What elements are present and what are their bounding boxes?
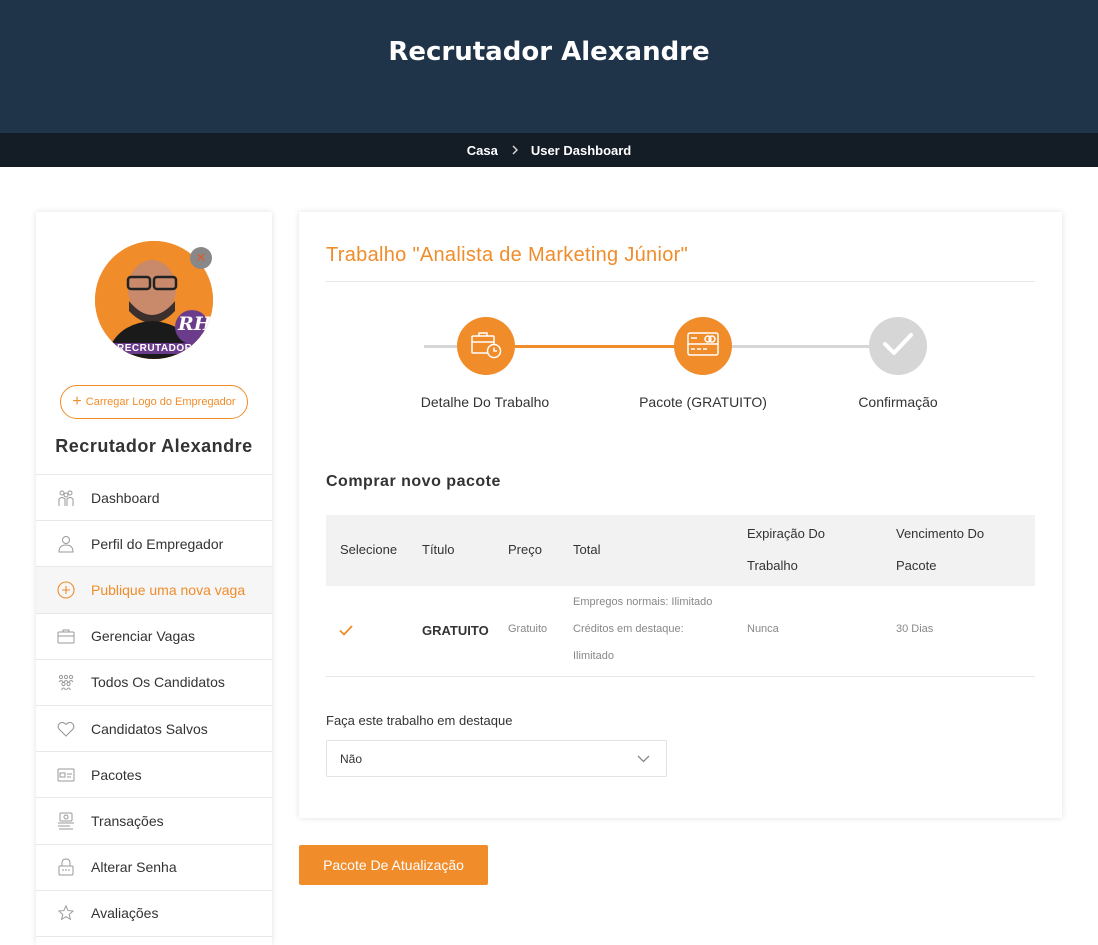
sidebar-item-change-password[interactable]: Alterar Senha: [36, 845, 272, 891]
plus-icon: +: [72, 393, 82, 410]
sidebar-item-label: Candidatos Salvos: [91, 720, 208, 737]
sidebar-item-post-job[interactable]: Publique uma nova vaga: [36, 567, 272, 614]
star-icon: [56, 903, 76, 923]
package-total-line2: Créditos em destaque:: [573, 623, 684, 635]
upload-logo-button[interactable]: + Carregar Logo do Empregador: [60, 385, 248, 419]
step-package: [674, 317, 732, 375]
sidebar-item-saved-candidates[interactable]: Candidatos Salvos: [36, 706, 272, 753]
featured-label: Faça este trabalho em destaque: [326, 713, 513, 728]
package-total-line1: Empregos normais: Ilimitado: [573, 596, 713, 608]
chevron-down-icon: [637, 752, 650, 766]
plus-circle-icon: [56, 580, 76, 600]
sidebar-item-dashboard[interactable]: Dashboard: [36, 475, 272, 522]
col-total: Total: [573, 542, 601, 557]
breadcrumb: Casa User Dashboard: [0, 133, 1098, 167]
sidebar-item-label: Pacotes: [91, 766, 142, 783]
section-title: Comprar novo pacote: [326, 473, 501, 490]
step-confirmation: [869, 317, 927, 375]
step-label-package: Pacote (GRATUITO): [639, 394, 767, 410]
table-row[interactable]: GRATUITO Gratuito Empregos normais: Ilim…: [326, 586, 1035, 677]
sidebar-item-manage-jobs[interactable]: Gerenciar Vagas: [36, 614, 272, 660]
employer-name: Recrutador Alexandre: [55, 436, 253, 456]
step-connector-active: [515, 345, 675, 348]
check-icon: [882, 331, 914, 362]
sidebar-item-label: Dashboard: [91, 489, 160, 506]
people-group-icon: [56, 488, 76, 508]
page-header: Recrutador Alexandre: [0, 0, 1098, 133]
package-expiry: 30 Dias: [896, 623, 934, 635]
sidebar-item-label: Avaliações: [91, 905, 159, 922]
page-title: Recrutador Alexandre: [388, 37, 710, 67]
post-job-card: Trabalho "Analista de Marketing Júnior" …: [299, 212, 1062, 818]
col-price: Preço: [508, 542, 542, 557]
sidebar-item-reviews[interactable]: Avaliações: [36, 891, 272, 937]
col-job-expiry-line2: Trabalho: [747, 558, 798, 573]
upload-logo-label: Carregar Logo do Empregador: [85, 396, 236, 408]
col-pkg-expiry-line2: Pacote: [896, 558, 937, 573]
transactions-icon: [56, 811, 76, 831]
briefcase-clock-icon: [470, 329, 502, 364]
col-title: Título: [422, 542, 455, 557]
breadcrumb-home-link[interactable]: Casa: [467, 143, 498, 158]
select-check-icon[interactable]: [339, 623, 353, 641]
col-select: Selecione: [340, 542, 398, 557]
remove-logo-button[interactable]: ✕: [190, 247, 212, 269]
package-total-line3: Ilimitado: [573, 650, 614, 662]
step-label-job-detail: Detalhe Do Trabalho: [420, 394, 550, 410]
lock-icon: [56, 857, 76, 877]
step-job-detail: [457, 317, 515, 375]
sidebar-item-label: Transações: [91, 812, 164, 829]
card-icon: [56, 765, 76, 785]
featured-select-value: Não: [340, 751, 363, 766]
col-job-expiry-line1: Expiração Do: [747, 526, 826, 541]
users-icon: [56, 672, 76, 692]
breadcrumb-current: User Dashboard: [530, 142, 632, 158]
sidebar-menu: Dashboard Perfil do Empregador Publique …: [36, 474, 272, 937]
step-connector-pending: [731, 345, 873, 348]
chevron-right-icon: [512, 143, 519, 158]
sidebar-item-label: Alterar Senha: [91, 859, 177, 876]
sidebar-item-packages[interactable]: Pacotes: [36, 752, 272, 799]
credit-card-icon: [687, 331, 719, 361]
divider: [326, 281, 1035, 282]
package-price: Gratuito: [508, 623, 548, 635]
package-table-header: Selecione Título Preço Total Expiração D…: [326, 515, 1035, 586]
package-title: GRATUITO: [422, 623, 489, 638]
package-job-expiry: Nunca: [747, 623, 779, 635]
sidebar-item-label: Perfil do Empregador: [91, 535, 224, 552]
avatar-caption: RECRUTADOR: [113, 343, 197, 354]
step-connector-left: [424, 345, 457, 348]
upgrade-package-button[interactable]: Pacote De Atualização: [299, 845, 488, 885]
close-icon: ✕: [195, 250, 207, 265]
avatar-badge: RH: [178, 313, 212, 335]
sidebar-item-label: Publique uma nova vaga: [91, 581, 246, 598]
sidebar-item-label: Todos Os Candidatos: [91, 674, 225, 691]
sidebar-item-transactions[interactable]: Transações: [36, 798, 272, 845]
sidebar-item-label: Gerenciar Vagas: [91, 628, 196, 645]
step-label-confirmation: Confirmação: [858, 394, 938, 410]
col-pkg-expiry-line1: Vencimento Do: [896, 526, 985, 541]
user-icon: [56, 534, 76, 554]
job-title: Trabalho "Analista de Marketing Júnior": [326, 244, 689, 266]
heart-icon: [56, 719, 76, 739]
sidebar: RH RECRUTADOR ✕ + Carregar Logo do Empre…: [36, 212, 272, 945]
sidebar-item-employer-profile[interactable]: Perfil do Empregador: [36, 521, 272, 568]
briefcase-icon: [56, 626, 76, 646]
featured-select[interactable]: Não: [326, 740, 667, 777]
sidebar-item-all-candidates[interactable]: Todos Os Candidatos: [36, 660, 272, 706]
